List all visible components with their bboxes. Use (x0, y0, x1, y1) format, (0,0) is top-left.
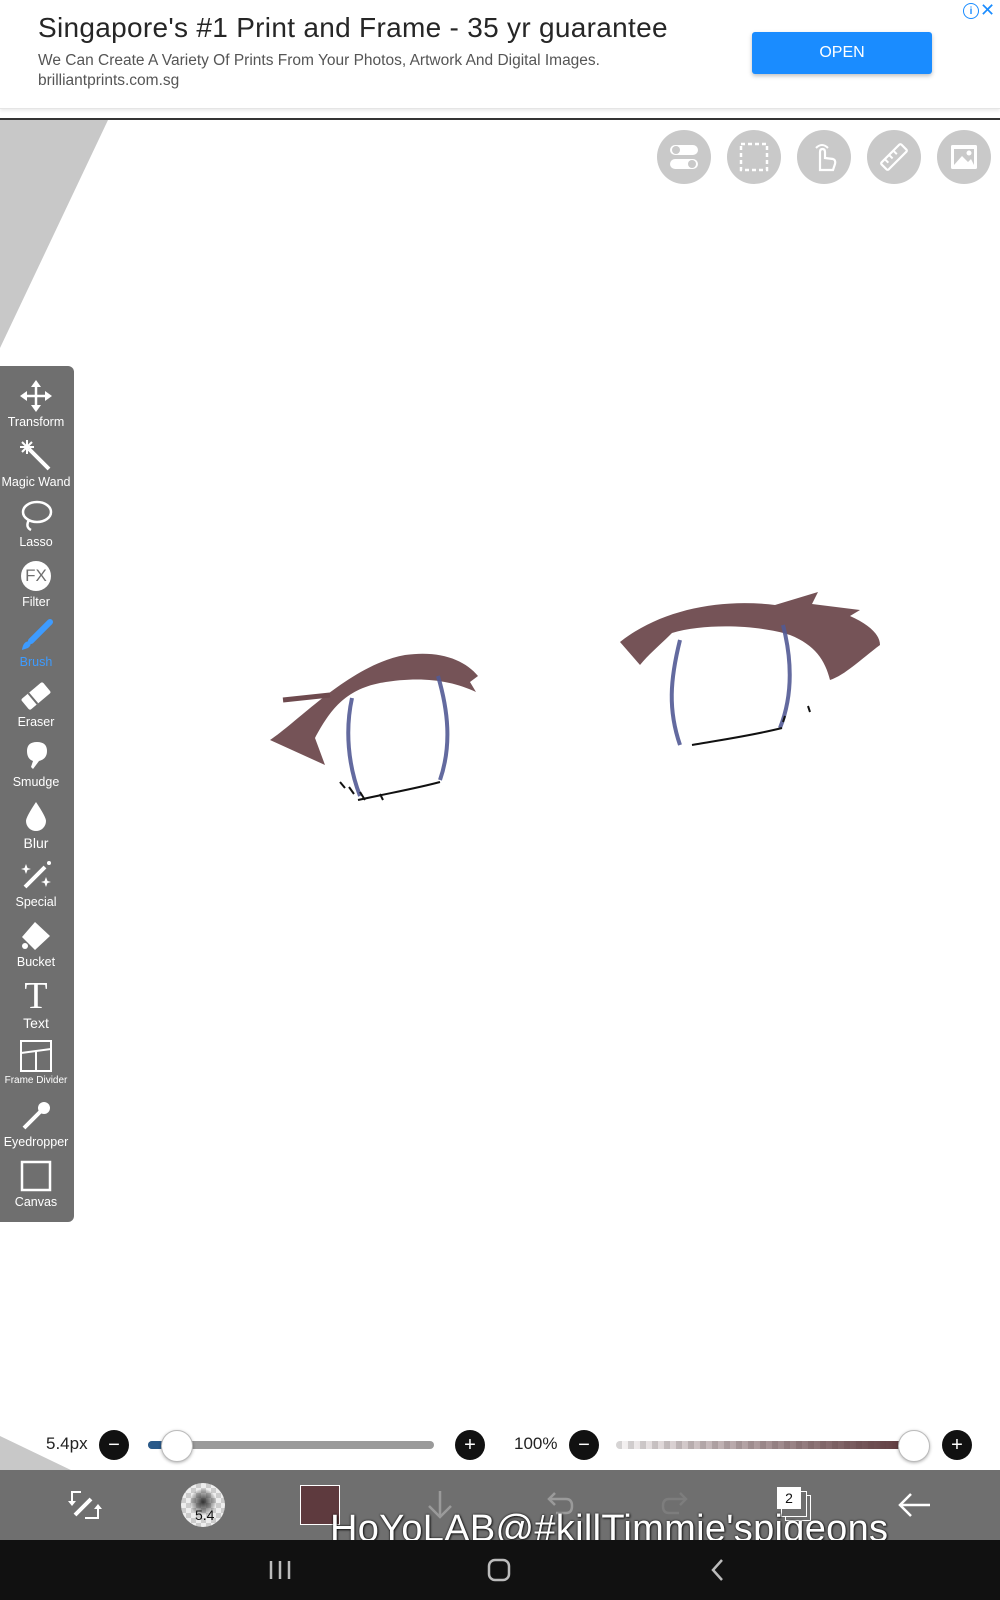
brush-size-thumb[interactable] (161, 1430, 193, 1462)
right-eye-drawing (620, 592, 880, 746)
layer-count: 2 (777, 1487, 801, 1509)
lasso-icon (16, 498, 56, 534)
home-icon[interactable] (479, 1554, 519, 1586)
system-nav-bar (0, 1540, 1000, 1600)
tool-eraser-label: Eraser (17, 715, 55, 729)
tool-text[interactable]: T Text (0, 975, 72, 1038)
tool-eraser[interactable]: Eraser (0, 678, 72, 738)
top-toolbar (0, 120, 1000, 200)
left-lower-lid (357, 781, 441, 801)
ad-open-button[interactable]: OPEN (752, 32, 932, 74)
back-arrow-icon[interactable] (889, 1480, 939, 1530)
left-iris-left (346, 697, 362, 797)
tool-blur[interactable]: Blur (0, 798, 72, 858)
tool-smudge-label: Smudge (12, 775, 60, 789)
magic-wand-icon (16, 438, 56, 474)
ad-description: We Can Create A Variety Of Prints From Y… (38, 52, 600, 69)
tool-brush-label: Brush (19, 655, 53, 669)
tool-special-label: Special (15, 895, 57, 909)
tool-brush[interactable]: Brush (0, 618, 72, 678)
tool-transform[interactable]: Transform (0, 378, 72, 438)
left-lashes (339, 781, 384, 801)
tool-filter[interactable]: FX Filter (0, 558, 72, 618)
brush-size-value: 5.4px (46, 1434, 88, 1453)
toggle-icon[interactable] (657, 130, 711, 184)
tool-eyedropper[interactable]: Eyedropper (0, 1098, 72, 1158)
fx-icon: FX (16, 558, 56, 594)
touch-icon[interactable] (797, 130, 851, 184)
ruler-icon[interactable] (867, 130, 921, 184)
canvas-artwork (0, 120, 880, 1472)
selection-icon[interactable] (727, 130, 781, 184)
tool-magic-wand-label: Magic Wand (1, 475, 71, 489)
tool-panel: Transform Magic Wand Lasso FX Filter Bru… (0, 366, 74, 1222)
drawing-canvas[interactable] (0, 118, 1000, 1472)
ad-domain: brilliantprints.com.sg (38, 72, 180, 89)
adjust-brush-icon[interactable] (60, 1480, 110, 1530)
opacity-plus-button[interactable]: + (942, 1430, 972, 1460)
droplet-icon (16, 798, 56, 834)
eraser-icon (16, 678, 56, 714)
slider-row: 5.4px − + 100% − + (0, 1418, 1000, 1468)
tool-frame-divider[interactable]: Frame Divider (0, 1038, 72, 1098)
right-iris-right (778, 624, 792, 729)
smudge-icon (16, 738, 56, 774)
tool-blur-label: Blur (23, 835, 49, 851)
tool-magic-wand[interactable]: Magic Wand (0, 438, 72, 498)
right-lower-lid (691, 727, 783, 746)
ad-close-icon[interactable]: ✕ (980, 0, 995, 21)
move-arrows-icon (16, 378, 56, 414)
special-icon (16, 858, 56, 894)
ad-banner[interactable]: Singapore's #1 Print and Frame - 35 yr g… (0, 0, 1000, 109)
tool-filter-label: Filter (22, 595, 50, 609)
tool-special[interactable]: Special (0, 858, 72, 918)
brush-icon (16, 618, 56, 654)
opacity-thumb[interactable] (898, 1430, 930, 1462)
right-eyebrow (620, 592, 880, 680)
tool-eyedropper-label: Eyedropper (3, 1135, 69, 1149)
right-iris-left (669, 639, 682, 746)
tool-canvas[interactable]: Canvas (0, 1158, 72, 1218)
tool-text-label: Text (23, 1015, 49, 1031)
text-icon: T (24, 975, 48, 1017)
brush-size-minus-button[interactable]: − (99, 1430, 129, 1460)
opacity-slider[interactable] (616, 1441, 906, 1449)
eyedropper-icon (16, 1098, 56, 1134)
recent-apps-icon[interactable] (260, 1554, 300, 1586)
left-eye-drawing (270, 653, 478, 801)
canvas-icon (16, 1158, 56, 1194)
back-icon[interactable] (698, 1554, 738, 1586)
image-icon[interactable] (937, 130, 991, 184)
brush-size-plus-button[interactable]: + (455, 1430, 485, 1460)
tool-bucket-label: Bucket (16, 955, 56, 969)
tool-canvas-label: Canvas (14, 1195, 58, 1209)
brush-preview-label: 5.4 (195, 1507, 215, 1523)
frame-divider-icon (16, 1038, 56, 1074)
opacity-minus-button[interactable]: − (569, 1430, 599, 1460)
tool-bucket[interactable]: Bucket (0, 918, 72, 978)
ad-info-icon[interactable]: i (963, 3, 979, 19)
tool-frame-divider-label: Frame Divider (4, 1075, 68, 1086)
bucket-icon (16, 918, 56, 954)
opacity-value: 100% (514, 1434, 558, 1453)
brush-preview-icon[interactable]: 5.4 (178, 1480, 228, 1530)
ad-title[interactable]: Singapore's #1 Print and Frame - 35 yr g… (38, 12, 668, 44)
tool-smudge[interactable]: Smudge (0, 738, 72, 798)
tool-transform-label: Transform (7, 415, 65, 429)
tool-lasso[interactable]: Lasso (0, 498, 72, 558)
left-iris-right (436, 675, 450, 781)
tool-lasso-label: Lasso (19, 535, 53, 549)
